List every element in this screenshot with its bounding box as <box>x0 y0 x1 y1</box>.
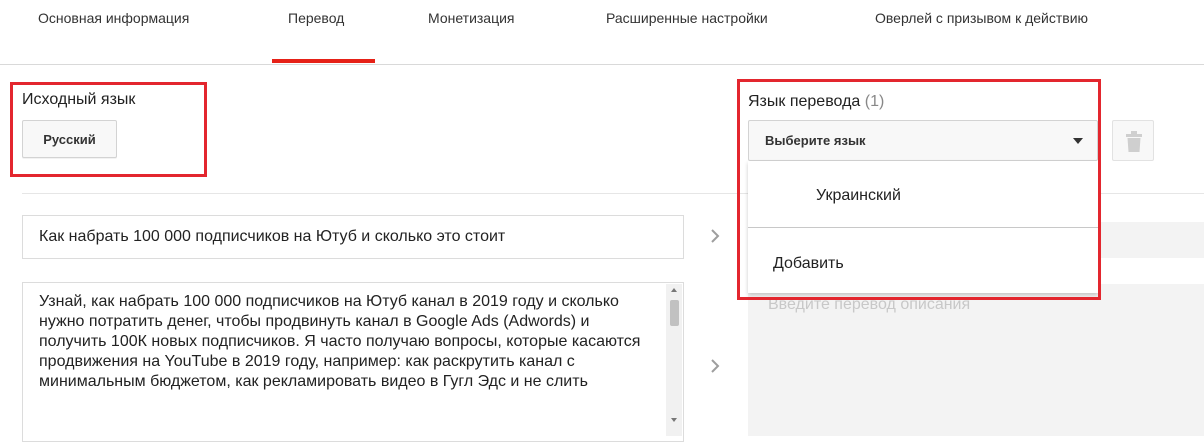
video-description-text: Узнай, как набрать 100 000 подписчиков н… <box>39 293 641 390</box>
copy-description-button[interactable] <box>706 354 726 378</box>
source-language-value: Русский <box>43 131 96 147</box>
delete-translation-button[interactable] <box>1112 120 1154 161</box>
menu-divider <box>748 227 1098 228</box>
copy-title-button[interactable] <box>706 224 726 248</box>
menu-item-add[interactable]: Добавить <box>748 255 1098 273</box>
video-description-field[interactable]: Узнай, как набрать 100 000 подписчиков н… <box>22 282 684 442</box>
target-language-select-value: Выберите язык <box>765 133 866 148</box>
scrollbar-thumb[interactable] <box>670 300 679 326</box>
tabs-divider <box>0 64 1204 65</box>
chevron-right-icon <box>711 229 720 243</box>
video-title-field[interactable]: Как набрать 100 000 подписчиков на Ютуб … <box>22 215 684 259</box>
source-language-button[interactable]: Русский <box>22 120 117 158</box>
trash-icon <box>1126 131 1142 152</box>
target-language-count: (1) <box>864 93 885 110</box>
tab-advanced-settings[interactable]: Расширенные настройки <box>606 10 768 26</box>
scroll-down-icon[interactable] <box>671 418 677 422</box>
tab-monetization[interactable]: Монетизация <box>428 10 515 26</box>
description-translation-placeholder: Введите перевод описания <box>768 296 971 313</box>
caret-down-icon <box>1073 138 1083 144</box>
menu-item-ukrainian[interactable]: Украинский <box>748 187 1098 205</box>
tab-translation[interactable]: Перевод <box>288 10 344 26</box>
target-language-label: Язык перевода (1) <box>748 93 884 111</box>
language-dropdown-menu: Украинский Добавить <box>748 161 1098 293</box>
chevron-right-icon <box>711 359 720 373</box>
active-tab-indicator <box>272 59 375 63</box>
target-language-label-text: Язык перевода <box>748 93 861 110</box>
source-language-label: Исходный язык <box>22 91 136 108</box>
video-title-text: Как набрать 100 000 подписчиков на Ютуб … <box>39 228 506 245</box>
scroll-up-icon[interactable] <box>671 288 677 292</box>
tab-basic-info[interactable]: Основная информация <box>38 10 189 26</box>
target-language-select[interactable]: Выберите язык <box>748 120 1098 161</box>
tab-call-to-action-overlay[interactable]: Оверлей с призывом к действию <box>875 10 1088 26</box>
